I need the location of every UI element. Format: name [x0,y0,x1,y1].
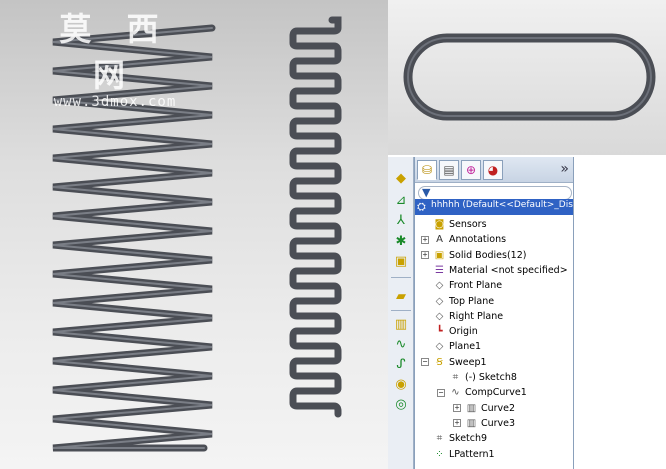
material-icon: ☰ [435,264,444,276]
plane-icon: ◇ [435,341,444,353]
tree-item-annotations[interactable]: A Annotations [433,232,506,247]
feature-manager-tabs: ⛁ ▤ ⊕ ◕ » [415,157,573,183]
command-toolbar: ◆ ⊿ ⅄ ✱ ▣ ▰ ▥ ∿ ᔑ ◉ ◎ [388,157,414,469]
tree-item-sensors[interactable]: ◙ Sensors [433,217,487,232]
tab-property-manager[interactable]: ▤ [439,160,459,180]
oval-loop-model [403,33,656,121]
tree-item-label: Front Plane [449,280,503,292]
tree-item-curve3[interactable]: ▥ Curve3 [465,416,515,431]
plane-icon: ◇ [435,295,444,307]
tree-item-label: Material <not specified> [449,264,568,276]
tree-item-label: Curve2 [481,402,516,414]
tree-item-front-plane[interactable]: ◇ Front Plane [433,278,502,293]
tree-item-sketch9[interactable]: ⌗ Sketch9 [433,431,487,446]
tree-item-sweep1[interactable]: Ꞩ Sweep1 [433,355,487,370]
tree-item-material-not-specified[interactable]: ☰ Material <not specified> [433,263,568,278]
expand-toggle[interactable]: + [453,419,461,428]
tree-item-label: Annotations [449,234,507,246]
part-icon: ⛭ [417,200,426,213]
tree-item-curve2[interactable]: ▥ Curve2 [465,401,515,416]
curve-icon: ▥ [466,417,477,429]
linear-pattern-icon: ⁘ [435,448,444,460]
tree-item-label: Top Plane [449,295,495,307]
tree-item-label: Sweep1 [449,356,487,368]
tree-item-plane1[interactable]: ◇ Plane1 [433,339,481,354]
collapse-toggle[interactable]: − [421,358,429,367]
helix-icon[interactable]: ᔑ [392,355,410,373]
serpentine-spring-path [289,16,342,418]
smart-dimension-icon[interactable]: ◆ [392,169,410,187]
revolve-icon[interactable]: ▥ [392,315,410,333]
extrude-icon[interactable]: ▣ [392,252,410,270]
tree-item-sketch8[interactable]: ⌗ (-) Sketch8 [449,370,517,385]
tree-item-origin[interactable]: ┗ Origin [433,324,478,339]
tree-item-top-plane[interactable]: ◇ Top Plane [433,294,494,309]
sketch-tool-icon[interactable]: ▰ [392,287,410,305]
expand-toggle[interactable]: + [421,251,429,260]
tab-configuration-manager[interactable]: ⊕ [461,160,481,180]
origin-icon: ┗ [436,326,443,338]
toolbar-separator [391,277,411,278]
expand-toggle[interactable]: + [421,235,429,244]
tree-item-label: (-) Sketch8 [465,372,517,383]
tree-item-label: Origin [449,326,478,338]
sweep-tool-icon[interactable]: ∿ [392,335,410,353]
part-root-label: hhhhh (Default<<Default>_Displ [431,200,574,210]
tree-item-label: CompCurve1 [465,387,527,399]
point-icon[interactable]: ✱ [392,232,410,250]
tree-item-label: Sensors [449,219,487,230]
tree-item-label: Right Plane [449,310,504,322]
collapse-toggle[interactable]: − [437,388,445,397]
tree-item-label: LPattern1 [449,448,495,460]
plane-icon: ◇ [435,280,444,292]
curve-icon: ▥ [466,402,477,414]
tree-item-label: Solid Bodies(12) [449,249,527,261]
part-root-item[interactable]: ⛭ hhhhh (Default<<Default>_Displ [415,199,574,215]
sketch-icon: ⌗ [452,372,459,383]
composite-curve-icon: ∿ [451,387,460,399]
tree-item-solid-bodies-12[interactable]: ▣ Solid Bodies(12) [433,248,527,263]
tab-feature-tree[interactable]: ⛁ [417,160,437,180]
watermark-chinese-text: 莫 西 网 [59,10,171,94]
solid-bodies-icon: ▣ [434,249,445,261]
tree-item-label: Sketch9 [449,433,488,445]
filter-icon: ▼ [422,186,431,199]
sketch-icon: ⌗ [436,433,443,445]
tree-item-compcurve1[interactable]: ∿ CompCurve1 [449,385,527,400]
mate-icon[interactable]: ⊿ [392,191,410,209]
sensors-icon: ◙ [434,219,445,230]
watermark: 莫 西 网 www.3dmox.com [30,4,200,110]
plane-icon: ◇ [435,310,444,322]
feature-manager-panel: ⛁ ▤ ⊕ ◕ » ▼ ⛭ hhhhh (Default<<Default>_D… [414,157,574,469]
sweep-icon: Ꞩ [436,356,443,368]
loft-icon[interactable]: ◉ [392,375,410,393]
tab-display-manager[interactable]: ◕ [483,160,503,180]
shell-icon[interactable]: ◎ [392,395,410,413]
reference-axis-icon[interactable]: ⅄ [392,211,410,229]
toolbar-separator [391,310,411,311]
tree-filter-input[interactable]: ▼ [418,186,572,200]
tree-item-right-plane[interactable]: ◇ Right Plane [433,309,503,324]
more-tabs-button[interactable]: » [560,161,569,177]
tree-item-label: Curve3 [481,417,516,429]
expand-toggle[interactable]: + [453,404,461,413]
watermark-url: www.3dmox.com [53,94,177,110]
tree-item-label: Plane1 [449,341,482,353]
annotations-icon: A [436,234,443,246]
tree-item-lpattern1[interactable]: ⁘ LPattern1 [433,447,495,462]
